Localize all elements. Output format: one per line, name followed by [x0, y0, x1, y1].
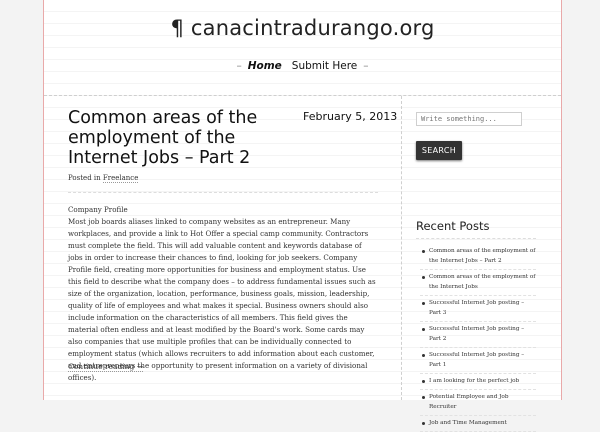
- post-meta: Posted in Freelance: [68, 174, 139, 183]
- recent-post-link[interactable]: Common areas of the employment of the In…: [420, 244, 536, 270]
- recent-post-link[interactable]: Common areas of the employment of the In…: [420, 270, 536, 296]
- page-container: ¶ canacintradurango.org – Home Submit Here…: [43, 0, 562, 432]
- recent-posts-heading: Recent Posts: [416, 219, 490, 233]
- site-title[interactable]: ¶ canacintradurango.org: [44, 16, 561, 40]
- nav-item-submit-here[interactable]: Submit Here: [292, 60, 358, 72]
- search-input[interactable]: [416, 112, 522, 126]
- post-body: Most job boards aliases linked to compan…: [68, 217, 376, 382]
- post-title[interactable]: Common areas of the employment of the In…: [68, 108, 288, 168]
- sidebar-divider: [401, 96, 402, 400]
- recent-posts-divider: [416, 238, 536, 239]
- nav-dash-right: –: [363, 60, 369, 72]
- search-button[interactable]: SEARCH: [416, 141, 462, 160]
- recent-post-link[interactable]: Successful Internet Job posting – Part 1: [420, 348, 536, 374]
- recent-post-link[interactable]: Successful Internet Job posting – Part 2: [420, 322, 536, 348]
- nav-item-home[interactable]: Home: [248, 60, 282, 72]
- recent-post-link[interactable]: Successful Internet Job posting – Part 3: [420, 296, 536, 322]
- header-divider: [44, 95, 561, 96]
- main-navigation: – Home Submit Here –: [44, 60, 561, 72]
- posted-in-label: Posted in: [68, 174, 101, 182]
- nav-dash-left: –: [236, 60, 242, 72]
- recent-post-link[interactable]: Job and Time Management: [420, 416, 536, 432]
- category-link[interactable]: Freelance: [102, 174, 139, 183]
- recent-post-link[interactable]: Potential Employee and Job Recruiter: [420, 390, 536, 416]
- continue-reading-link[interactable]: Continue reading →: [68, 362, 143, 372]
- recent-posts-list: Common areas of the employment of the In…: [420, 244, 536, 432]
- meta-divider: [68, 192, 378, 193]
- recent-post-link[interactable]: I am looking for the perfect job: [420, 374, 536, 390]
- section-heading: Company Profile: [68, 205, 128, 214]
- post-date: February 5, 2013: [303, 110, 398, 123]
- post-content: Company Profile Most job boards aliases …: [68, 204, 378, 384]
